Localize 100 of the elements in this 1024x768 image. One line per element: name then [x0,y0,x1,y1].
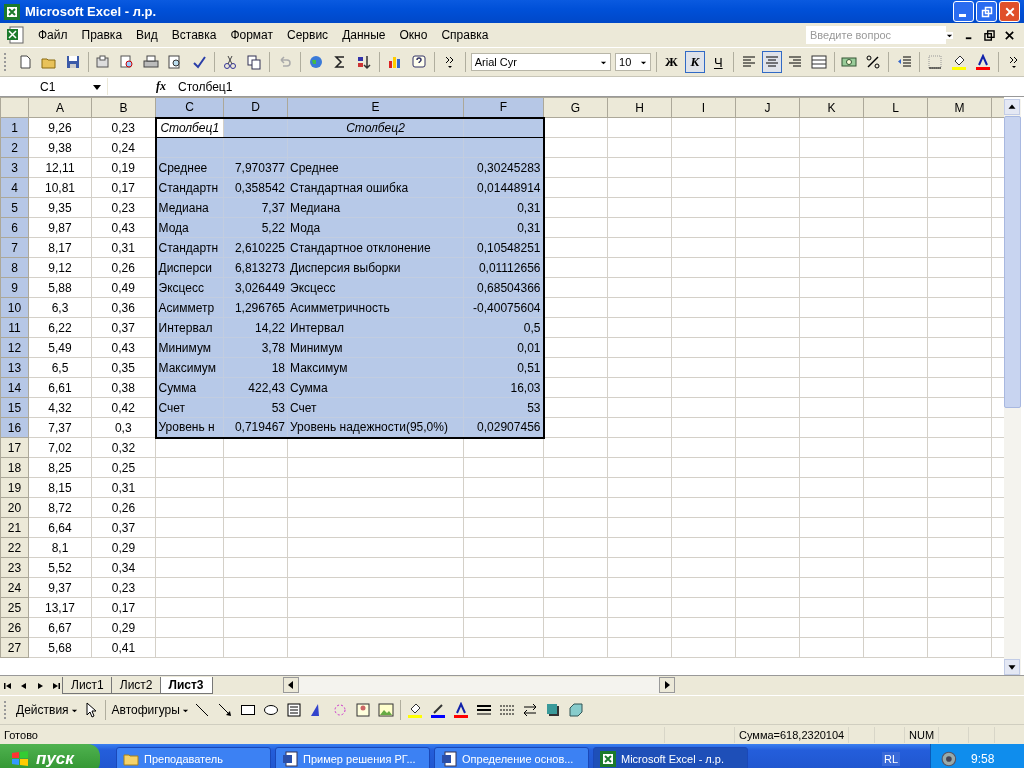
formula-field[interactable]: Столбец1 [174,79,1024,94]
scroll-down-icon[interactable] [1004,659,1020,675]
table-cell: Интервал [155,317,224,338]
table-cell: 6,67 [28,617,92,638]
column-header[interactable]: C [155,97,224,118]
row-header[interactable]: 10 [0,297,29,318]
autoshapes-menu-button[interactable]: Автофигуры [109,701,182,719]
minimize-button[interactable] [953,1,974,22]
help-search-field[interactable]: Введите вопрос [806,26,946,44]
row-header[interactable]: 14 [0,377,29,398]
table-cell: 9,26 [28,117,92,138]
taskbar-button[interactable]: Преподаватель [116,747,271,768]
column-header[interactable]: K [799,97,864,118]
column-header[interactable]: M [927,97,992,118]
row-header[interactable]: 11 [0,317,29,338]
row-header[interactable]: 27 [0,637,29,658]
menu-item[interactable]: Окно [393,26,436,44]
row-header[interactable]: 5 [0,197,29,218]
column-header[interactable]: L [863,97,928,118]
row-header[interactable]: 3 [0,157,29,178]
column-header[interactable]: J [735,97,800,118]
row-header[interactable]: 24 [0,577,29,598]
table-cell: 9,12 [28,257,92,278]
vertical-scrollbar[interactable] [1004,99,1021,675]
table-cell: 7,02 [28,437,92,458]
column-header[interactable]: I [671,97,736,118]
column-header[interactable]: B [91,97,156,118]
style-button[interactable]: К [685,51,705,73]
table-cell: 0,26 [91,497,156,518]
menu-item[interactable]: Данные [336,26,394,44]
horizontal-scrollbar[interactable] [282,677,675,694]
caret-icon[interactable] [946,31,953,39]
menu-item[interactable]: Файл [32,26,76,44]
language-indicator[interactable]: RL [881,752,900,766]
row-header[interactable]: 21 [0,517,29,538]
document-icon [282,751,298,767]
row-header[interactable]: 2 [0,137,29,158]
row-header[interactable]: 23 [0,557,29,578]
row-header[interactable]: 18 [0,457,29,478]
style-button[interactable]: Ж [661,51,682,73]
actions-menu-button[interactable]: Действия [14,701,71,719]
close-button[interactable] [999,1,1020,22]
sheet-tab[interactable]: Лист3 [159,677,213,694]
spreadsheet-icon [4,3,20,20]
font-size-field[interactable]: 10 [615,53,651,71]
close-icon[interactable] [1004,29,1015,41]
row-header[interactable]: 17 [0,437,29,458]
row-header[interactable]: 6 [0,217,29,238]
table-cell: 6,22 [28,317,92,338]
function-label[interactable]: fx [156,79,174,94]
column-header[interactable]: A [28,97,92,118]
restore-button[interactable] [976,1,997,22]
style-button[interactable]: Ч [708,51,728,73]
menu-item[interactable]: Вставка [165,26,225,44]
sheet-tab[interactable]: Лист2 [110,677,162,694]
row-header[interactable]: 13 [0,357,29,378]
status-text: Готово [3,728,38,741]
workbook-icon[interactable] [6,26,24,44]
row-header[interactable]: 25 [0,597,29,618]
row-header[interactable]: 1 [0,117,29,138]
table-cell: Медиана [155,197,224,218]
row-header[interactable]: 12 [0,337,29,358]
column-header[interactable]: E [287,97,464,118]
row-header[interactable]: 26 [0,617,29,638]
table-cell: 8,17 [28,237,92,258]
column-header[interactable]: F [463,97,544,118]
taskbar-button[interactable]: Пример решения РГ... [275,747,430,768]
menu-item[interactable]: Правка [75,26,131,44]
menu-item[interactable]: Вид [130,26,166,44]
image-icon[interactable] [375,700,396,720]
scroll-left-icon[interactable] [282,677,299,693]
row-header[interactable]: 19 [0,477,29,498]
row-header[interactable]: 8 [0,257,29,278]
table-cell: Максимум [155,357,224,378]
row-header[interactable]: 15 [0,397,29,418]
scroll-up-icon[interactable] [1004,99,1020,115]
sheet-tab[interactable]: Лист1 [62,677,113,694]
scroll-thumb[interactable] [1004,116,1021,408]
menu-item[interactable]: Справка [435,26,497,44]
table-cell: 0,25 [91,457,156,478]
speaker-icon[interactable] [941,750,959,768]
taskbar-button[interactable]: Определение основ... [434,747,589,768]
column-header[interactable]: H [607,97,672,118]
scroll-right-icon[interactable] [658,677,675,693]
row-header[interactable]: 22 [0,537,29,558]
row-header[interactable]: 4 [0,177,29,198]
align-center-button[interactable] [762,51,782,73]
taskbar-button[interactable]: Microsoft Excel - л.р. [593,747,748,768]
column-header[interactable]: D [223,97,288,118]
restore-icon[interactable] [984,29,995,41]
table-cell: Стандартн [155,177,224,198]
table-cell: 9,87 [28,217,92,238]
font-field[interactable]: Arial Cyr [470,53,612,71]
menu-item[interactable]: Формат [224,26,282,44]
menu-item[interactable]: Сервис [281,26,337,44]
column-header[interactable]: G [543,97,608,118]
row-header[interactable]: 20 [0,497,29,518]
row-header[interactable]: 7 [0,237,29,258]
row-header[interactable]: 16 [0,417,29,438]
row-header[interactable]: 9 [0,277,29,298]
